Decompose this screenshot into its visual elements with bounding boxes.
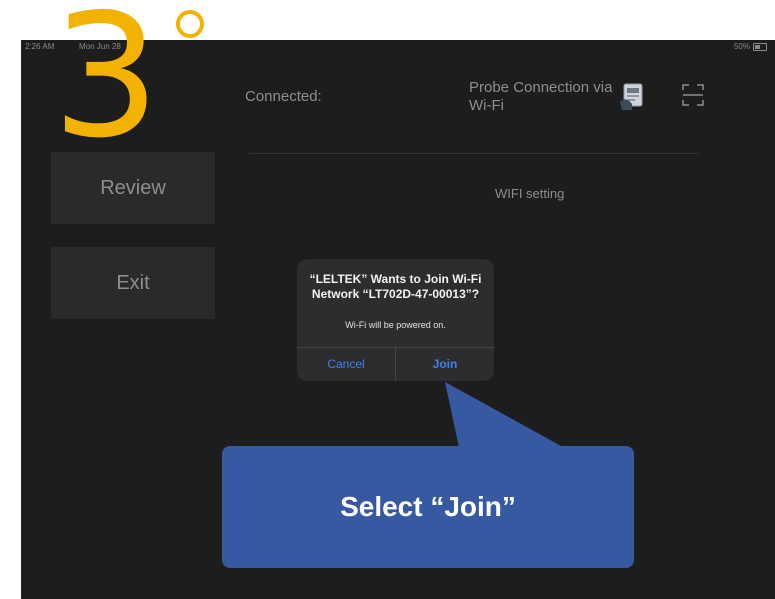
callout-text: Select “Join” (340, 491, 516, 522)
instruction-callout: Select “Join” (222, 446, 634, 568)
callout-arrow (445, 382, 572, 452)
